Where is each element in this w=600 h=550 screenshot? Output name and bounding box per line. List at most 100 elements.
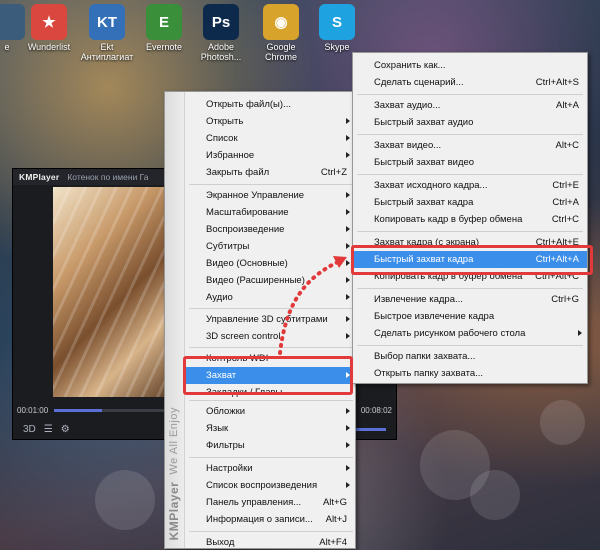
submenu-item[interactable]: Быстрый захват аудио bbox=[353, 114, 587, 131]
menu-item[interactable]: Информация о записи... Alt+J bbox=[185, 511, 355, 528]
menu-separator bbox=[357, 231, 583, 232]
menu-item[interactable]: Видео (Основные) bbox=[185, 255, 355, 272]
menu-item-label: Экранное Управление bbox=[206, 190, 305, 201]
submenu-item-label: Копировать кадр в буфер обмена bbox=[374, 214, 523, 225]
3d-toggle-icon[interactable]: 3D bbox=[23, 424, 36, 435]
submenu-arrow-icon bbox=[346, 277, 350, 283]
submenu-item[interactable]: Выбор папки захвата... bbox=[353, 348, 587, 365]
submenu-item-label: Быстрый захват видео bbox=[374, 157, 475, 168]
evernote-glyph-icon: E bbox=[146, 4, 182, 40]
submenu-item[interactable]: Быстрый захват кадра Ctrl+A bbox=[353, 194, 587, 211]
submenu-arrow-icon bbox=[346, 152, 350, 158]
desktop-icon-label: Google Chrome bbox=[264, 42, 297, 62]
wunderlist-icon[interactable]: ★ Wunderlist bbox=[20, 0, 78, 66]
bokeh-light bbox=[470, 470, 520, 520]
submenu-item[interactable]: Захват аудио... Alt+A bbox=[353, 97, 587, 114]
player-brand: KMPlayer bbox=[19, 172, 60, 182]
menu-item[interactable]: Избранное bbox=[185, 147, 355, 164]
menu-item-label: Избранное bbox=[206, 150, 255, 161]
menu-item[interactable]: Масштабирование bbox=[185, 204, 355, 221]
menu-item-label: Информация о записи... bbox=[206, 514, 313, 525]
menu-item[interactable]: Язык bbox=[185, 420, 355, 437]
ekt-icon[interactable]: KT Ekt Антиплагиат bbox=[78, 0, 136, 66]
submenu-item[interactable]: Быстрый захват видео bbox=[353, 154, 587, 171]
context-menu-main: KMPlayer We All Enjoy Открыть файл(ы)...… bbox=[164, 91, 356, 549]
menu-item[interactable]: Управление 3D субтитрами bbox=[185, 311, 355, 328]
submenu-item[interactable]: Быстрое извлечение кадра bbox=[353, 308, 587, 325]
menu-item[interactable]: Открыть файл(ы)... bbox=[185, 96, 355, 113]
submenu-item-label: Быстрое извлечение кадра bbox=[374, 311, 495, 322]
chrome-icon[interactable]: ◉ Google Chrome bbox=[252, 0, 310, 66]
menu-item[interactable]: Настройки bbox=[185, 460, 355, 477]
menu-item-label: Язык bbox=[206, 423, 229, 434]
submenu-item[interactable]: Извлечение кадра... Ctrl+G bbox=[353, 291, 587, 308]
skype-glyph-icon: S bbox=[319, 4, 355, 40]
submenu-arrow-icon bbox=[346, 209, 350, 215]
menu-item-label: Субтитры bbox=[206, 241, 250, 252]
submenu-item[interactable]: Захват исходного кадра... Ctrl+E bbox=[353, 177, 587, 194]
desktop-icon-label: Wunderlist bbox=[27, 42, 71, 52]
video-frame[interactable] bbox=[53, 187, 173, 397]
submenu-arrow-icon bbox=[346, 226, 350, 232]
submenu-item[interactable]: Захват видео... Alt+C bbox=[353, 137, 587, 154]
menu-item[interactable]: Аудио bbox=[185, 289, 355, 306]
submenu-item[interactable]: Сделать рисунком рабочего стола bbox=[353, 325, 587, 342]
menu-icon[interactable]: ☰ bbox=[44, 424, 53, 435]
menu-item[interactable]: Субтитры bbox=[185, 238, 355, 255]
menu-item[interactable]: Фильтры bbox=[185, 437, 355, 454]
submenu-arrow-icon bbox=[346, 294, 350, 300]
submenu-item-label: Сделать сценарий... bbox=[374, 77, 464, 88]
desktop-icon-label: Skype bbox=[324, 42, 350, 52]
menu-item-label: Открыть файл(ы)... bbox=[206, 99, 291, 110]
chrome-glyph-icon: ◉ bbox=[263, 4, 299, 40]
menu-separator bbox=[189, 308, 353, 309]
submenu-arrow-icon bbox=[346, 135, 350, 141]
bokeh-light bbox=[540, 400, 585, 445]
menu-item[interactable]: Экранное Управление bbox=[185, 187, 355, 204]
menu-item[interactable]: Открыть bbox=[185, 113, 355, 130]
menu-item[interactable]: Панель управления... Alt+G bbox=[185, 494, 355, 511]
submenu-item-shortcut: Ctrl+C bbox=[551, 214, 579, 225]
menu-separator bbox=[189, 531, 353, 532]
menu-separator bbox=[357, 288, 583, 289]
menu-item-label: Видео (Расширенные) bbox=[206, 275, 305, 286]
bokeh-light bbox=[95, 470, 155, 530]
submenu-arrow-icon bbox=[578, 330, 582, 336]
submenu-item-shortcut: Alt+C bbox=[555, 140, 580, 151]
submenu-item-shortcut: Ctrl+G bbox=[551, 294, 579, 305]
submenu-arrow-icon bbox=[346, 118, 350, 124]
submenu-arrow-icon bbox=[346, 425, 350, 431]
menu-item[interactable]: Выход Alt+F4 bbox=[185, 534, 355, 550]
submenu-item[interactable]: Копировать кадр в буфер обмена Ctrl+C bbox=[353, 211, 587, 228]
menu-sidebar-text: KMPlayer We All Enjoy bbox=[167, 406, 181, 540]
submenu-arrow-icon bbox=[346, 260, 350, 266]
submenu-item-shortcut: Ctrl+A bbox=[552, 197, 579, 208]
menu-item-shortcut: Alt+F4 bbox=[319, 537, 347, 548]
menu-separator bbox=[357, 345, 583, 346]
desktop-icon-label: Evernote bbox=[145, 42, 183, 52]
menu-separator bbox=[189, 457, 353, 458]
photoshop-icon[interactable]: Ps Adobe Photosh... bbox=[192, 0, 250, 66]
submenu-item[interactable]: Открыть папку захвата... bbox=[353, 365, 587, 382]
submenu-item[interactable]: Сделать сценарий... Ctrl+Alt+S bbox=[353, 74, 587, 91]
menu-item[interactable]: Закрыть файл Ctrl+Z bbox=[185, 164, 355, 181]
menu-item-label: Выход bbox=[206, 537, 235, 548]
submenu-arrow-icon bbox=[346, 442, 350, 448]
submenu-arrow-icon bbox=[346, 316, 350, 322]
submenu-arrow-icon bbox=[346, 408, 350, 414]
menu-item-label: Аудио bbox=[206, 292, 233, 303]
evernote-icon[interactable]: E Evernote bbox=[135, 0, 193, 66]
menu-item[interactable]: Воспроизведение bbox=[185, 221, 355, 238]
menu-item[interactable]: 3D screen control bbox=[185, 328, 355, 345]
gear-icon[interactable]: ⚙ bbox=[61, 424, 70, 435]
menu-item[interactable]: Обложки bbox=[185, 403, 355, 420]
time-total: 00:08:02 bbox=[360, 405, 392, 415]
menu-item[interactable]: Список воспроизведения bbox=[185, 477, 355, 494]
menu-item-label: Масштабирование bbox=[206, 207, 289, 218]
menu-item[interactable]: Список bbox=[185, 130, 355, 147]
ekt-glyph-icon: KT bbox=[89, 4, 125, 40]
menu-sidebar: KMPlayer We All Enjoy bbox=[165, 92, 185, 548]
menu-item-label: Обложки bbox=[206, 406, 246, 417]
menu-item[interactable]: Видео (Расширенные) bbox=[185, 272, 355, 289]
submenu-item[interactable]: Сохранить как... bbox=[353, 57, 587, 74]
